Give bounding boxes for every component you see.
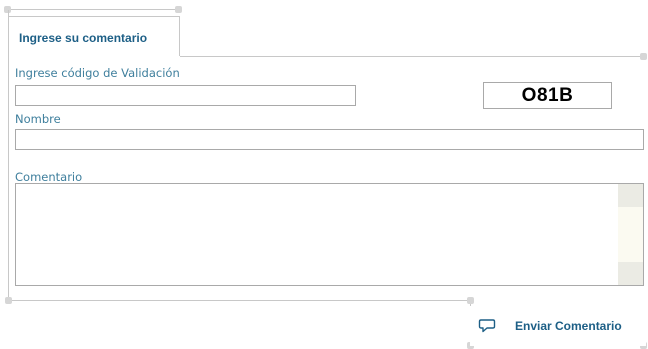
tab-label: Ingrese su comentario (19, 31, 148, 45)
frame-corner-top-right (175, 6, 182, 13)
name-label: Nombre (15, 112, 61, 126)
scrollbar-down-button[interactable] (618, 262, 643, 285)
tab-comment[interactable]: Ingrese su comentario (8, 16, 180, 56)
validation-code-input[interactable] (15, 85, 356, 106)
speech-bubble-icon (478, 318, 496, 334)
frame-corner-bottom-left (5, 297, 12, 304)
scrollbar-up-button[interactable] (618, 184, 643, 207)
comment-textarea-container (15, 183, 644, 286)
frame-tab-divider-line (180, 56, 643, 57)
frame-bottom-line (8, 300, 471, 301)
validation-code-captcha: O81B (483, 82, 612, 109)
validation-code-label: Ingrese código de Validación (15, 66, 180, 80)
comment-scrollbar[interactable] (618, 184, 643, 285)
name-input[interactable] (15, 129, 644, 150)
frame-corner-bottom-mid (467, 297, 474, 304)
frame-corner-right (640, 53, 647, 60)
comment-textarea[interactable] (16, 184, 619, 285)
send-comment-label: Enviar Comentario (515, 319, 622, 333)
frame-top-line (7, 9, 180, 10)
send-comment-button[interactable]: Enviar Comentario (470, 306, 646, 346)
comment-label: Comentario (15, 170, 83, 184)
